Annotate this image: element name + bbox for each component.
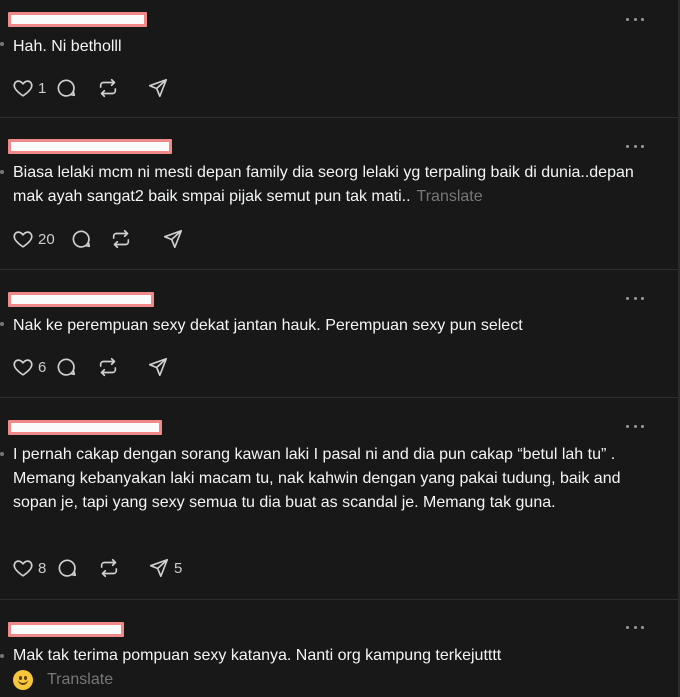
translate-link[interactable]: Translate [417, 188, 483, 205]
send-icon [162, 228, 184, 250]
comment-icon [70, 228, 92, 250]
like-count: 1 [38, 79, 47, 97]
reply-post: Mak tak terima pompuan sexy katanya. Nan… [0, 600, 678, 697]
more-icon [626, 17, 629, 21]
repost-button[interactable] [97, 355, 147, 379]
reply-button[interactable] [56, 556, 98, 580]
repost-button[interactable] [110, 227, 162, 251]
reply-post: Nak ke perempuan sexy dekat jantan hauk.… [0, 270, 678, 398]
post-text: Nak ke perempuan sexy dekat jantan hauk.… [13, 314, 638, 338]
smiley-emoji-icon[interactable] [13, 670, 33, 690]
share-button[interactable] [147, 76, 169, 100]
post-text: Mak tak terima pompuan sexy katanya. Nan… [13, 644, 638, 668]
post-text: Biasa lelaki mcm ni mesti depan family d… [13, 161, 638, 209]
comment-icon [55, 77, 77, 99]
like-count: 8 [38, 559, 47, 577]
heart-icon [12, 228, 34, 250]
redacted-username [8, 420, 162, 435]
share-count: 5 [174, 559, 183, 577]
redacted-username [8, 12, 147, 27]
more-options-button[interactable] [626, 295, 644, 301]
reply-button[interactable] [55, 76, 97, 100]
like-button[interactable]: 6 [12, 355, 55, 379]
more-options-button[interactable] [626, 16, 644, 22]
thread-connector [0, 322, 4, 326]
reply-post: I pernah cakap dengan sorang kawan laki … [0, 398, 678, 600]
repost-button[interactable] [97, 76, 147, 100]
more-icon [626, 144, 629, 148]
comment-icon [55, 356, 77, 378]
like-button[interactable]: 1 [12, 76, 55, 100]
threads-replies-feed: Hah. Ni betholll 1 Biasa lelaki mcm ni m… [0, 0, 680, 697]
more-icon [626, 296, 629, 300]
thread-connector [0, 170, 4, 174]
post-body: Biasa lelaki mcm ni mesti depan family d… [13, 164, 634, 205]
post-body: Nak ke perempuan sexy dekat jantan hauk.… [13, 317, 523, 334]
redacted-username [8, 622, 124, 637]
like-count: 6 [38, 358, 47, 376]
like-count: 20 [38, 230, 55, 248]
like-button[interactable]: 20 [12, 227, 70, 251]
heart-icon [12, 557, 34, 579]
repost-icon [110, 228, 132, 250]
share-button[interactable]: 5 [148, 556, 182, 580]
more-icon [626, 424, 629, 428]
repost-icon [97, 356, 119, 378]
share-button[interactable] [147, 355, 169, 379]
repost-button[interactable] [98, 556, 148, 580]
thread-connector [0, 654, 4, 658]
more-options-button[interactable] [626, 423, 644, 429]
post-actions: 6 [12, 355, 169, 379]
more-icon [626, 625, 629, 629]
repost-icon [97, 77, 119, 99]
reply-button[interactable] [70, 227, 110, 251]
reply-post: Hah. Ni betholll 1 [0, 0, 678, 118]
post-text: I pernah cakap dengan sorang kawan laki … [13, 443, 638, 515]
post-text: Hah. Ni betholll [13, 35, 638, 59]
heart-icon [12, 77, 34, 99]
share-button[interactable] [162, 227, 184, 251]
send-icon [147, 77, 169, 99]
post-body: Hah. Ni betholll [13, 38, 122, 55]
more-options-button[interactable] [626, 143, 644, 149]
post-actions: 1 [12, 76, 169, 100]
thread-connector [0, 42, 4, 46]
post-body: I pernah cakap dengan sorang kawan laki … [13, 446, 621, 511]
redacted-username [8, 292, 154, 307]
translate-link[interactable]: Translate [47, 671, 113, 689]
reply-post: Biasa lelaki mcm ni mesti depan family d… [0, 118, 678, 270]
more-options-button[interactable] [626, 624, 644, 630]
redacted-username [8, 139, 172, 154]
comment-icon [56, 557, 78, 579]
like-button[interactable]: 8 [12, 556, 56, 580]
emoji-translate-row: Translate [13, 670, 113, 690]
post-body: Mak tak terima pompuan sexy katanya. Nan… [13, 647, 502, 664]
repost-icon [98, 557, 120, 579]
send-icon [148, 557, 170, 579]
reply-button[interactable] [55, 355, 97, 379]
post-actions: 20 [12, 227, 184, 251]
post-actions: 8 5 [12, 556, 182, 580]
send-icon [147, 356, 169, 378]
heart-icon [12, 356, 34, 378]
thread-connector [0, 452, 4, 456]
